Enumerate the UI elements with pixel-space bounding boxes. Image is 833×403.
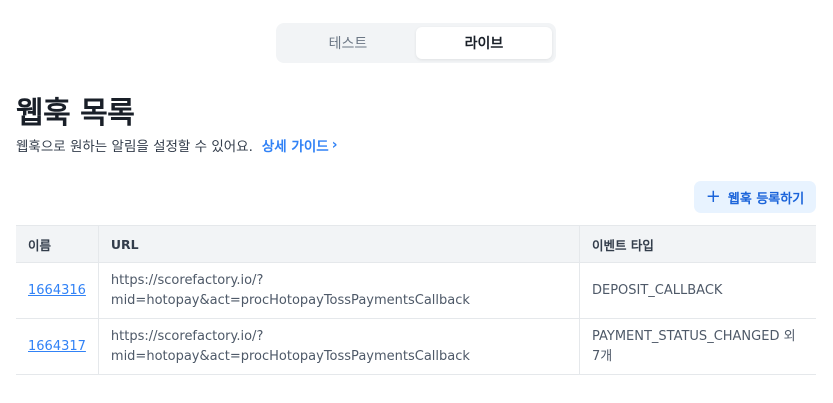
url-line: https://scorefactory.io/? bbox=[110, 328, 264, 344]
event-line: PAYMENT_STATUS_CHANGED 외 bbox=[591, 328, 796, 344]
guide-link-label: 상세 가이드 bbox=[261, 139, 329, 155]
url-line: mid=hotopay&act=procHotopayTossPaymentsC… bbox=[110, 348, 470, 364]
plus-icon: + bbox=[705, 186, 721, 207]
cell-url: https://scorefactory.io/? mid=hotopay&act… bbox=[97, 318, 580, 375]
event-line: DEPOSIT_CALLBACK bbox=[591, 282, 723, 298]
table-header-row: 이름 URL 이벤트 타입 bbox=[16, 225, 816, 263]
cell-name: 1664316 bbox=[16, 262, 99, 319]
page-description-row: 웹훅으로 원하는 알림을 설정할 수 있어요. 상세 가이드 › bbox=[16, 135, 337, 155]
table-row: 1664317 https://scorefactory.io/? mid=hot… bbox=[16, 318, 816, 375]
cell-name: 1664317 bbox=[16, 318, 99, 375]
column-header-url: URL bbox=[97, 225, 580, 263]
url-line: mid=hotopay&act=procHotopayTossPaymentsC… bbox=[110, 292, 470, 308]
column-header-name: 이름 bbox=[16, 225, 99, 263]
webhook-id-link[interactable]: 1664317 bbox=[28, 339, 86, 354]
tab-test[interactable]: 테스트 bbox=[280, 27, 416, 59]
guide-link[interactable]: 상세 가이드 › bbox=[262, 135, 338, 155]
column-header-event-type: 이벤트 타입 bbox=[578, 225, 816, 263]
tab-live[interactable]: 라이브 bbox=[416, 27, 552, 59]
event-line: 7개 bbox=[591, 348, 613, 364]
cell-event-type: DEPOSIT_CALLBACK bbox=[578, 262, 816, 319]
add-webhook-button[interactable]: + 웹훅 등록하기 bbox=[694, 181, 816, 213]
environment-toggle: 테스트 라이브 bbox=[276, 23, 556, 63]
add-webhook-label: 웹훅 등록하기 bbox=[727, 191, 805, 207]
page-description: 웹훅으로 원하는 알림을 설정할 수 있어요. bbox=[16, 139, 253, 155]
webhook-id-link[interactable]: 1664316 bbox=[28, 283, 86, 298]
chevron-right-icon: › bbox=[331, 137, 338, 153]
webhook-table: 이름 URL 이벤트 타입 1664316 https://scorefacto… bbox=[16, 225, 816, 375]
cell-event-type: PAYMENT_STATUS_CHANGED 외 7개 bbox=[578, 318, 816, 375]
url-line: https://scorefactory.io/? bbox=[110, 272, 264, 288]
table-row: 1664316 https://scorefactory.io/? mid=hot… bbox=[16, 262, 816, 319]
page-title: 웹훅 목록 bbox=[16, 96, 135, 131]
cell-url: https://scorefactory.io/? mid=hotopay&act… bbox=[97, 262, 580, 319]
